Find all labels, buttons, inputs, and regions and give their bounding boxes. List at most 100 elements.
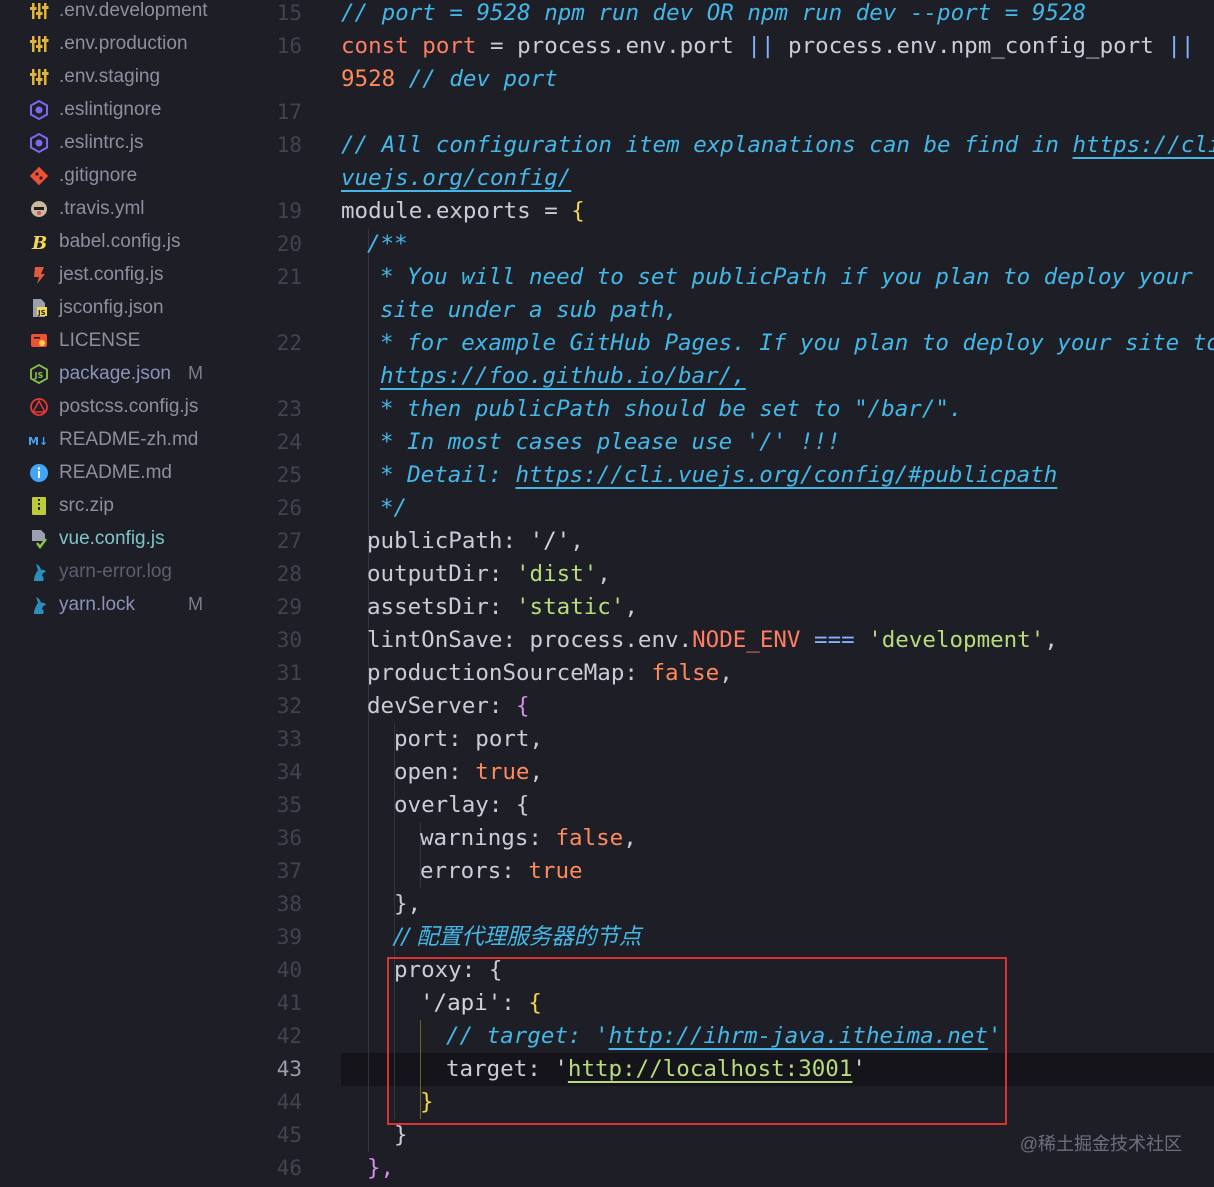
code-line-23: * then publicPath should be set to "/bar… — [380, 393, 962, 426]
proxy-highlight-box — [387, 957, 1007, 1125]
line-number: 37 — [276, 859, 302, 883]
code-line-22: * for example GitHub Pages. If you plan … — [380, 327, 1214, 360]
string-literal: 'dist' — [516, 561, 598, 587]
line-number: 41 — [276, 991, 302, 1015]
file-item[interactable]: .eslintrc.js — [28, 126, 238, 159]
boolean-literal: true — [528, 858, 583, 884]
code-text: process.env.npm_config_port — [774, 33, 1168, 59]
git-modified-badge: M — [188, 594, 203, 614]
comment-text: * In most cases please use '/' !!! — [380, 429, 841, 455]
yarn-icon — [28, 594, 50, 616]
env-settings-icon — [28, 33, 50, 55]
property-key: lintOnSave: process.env. — [367, 627, 693, 653]
file-name: README.md — [59, 461, 172, 483]
comment-link[interactable]: https://cli.vuejs.org/config/#publicpath — [515, 462, 1057, 488]
code-text: = process.env.port — [476, 33, 748, 59]
comment-text: * Detail: — [380, 462, 516, 488]
boolean-literal: true — [475, 759, 530, 785]
line-number: 20 — [276, 232, 302, 256]
line-number: 46 — [276, 1156, 302, 1180]
code-line-27: publicPath: '/', — [367, 528, 584, 554]
file-name: vue.config.js — [59, 527, 165, 549]
file-name: .eslintrc.js — [59, 131, 144, 153]
file-name: src.zip — [59, 494, 114, 516]
code-line-21: * You will need to set publicPath if you… — [380, 261, 1193, 294]
info-icon — [28, 462, 50, 484]
comment-link[interactable]: https://foo.github.io/bar/, — [380, 363, 746, 389]
code-line-33: port: port, — [394, 723, 543, 756]
file-name: yarn.lock — [59, 593, 136, 615]
file-item[interactable]: JS package.json M — [28, 357, 238, 390]
git-modified-badge: M — [188, 363, 203, 383]
property-key: outputDir: — [367, 561, 517, 587]
comment-text: * then publicPath should be set to "/bar… — [380, 396, 963, 422]
line-number: 24 — [276, 430, 302, 454]
line-number: 44 — [276, 1090, 302, 1114]
comment-link[interactable]: vuejs.org/config/ — [341, 165, 571, 191]
code-line-38: }, — [394, 888, 421, 921]
code-line-21-wrap: site under a sub path, — [380, 294, 678, 327]
brace: { — [515, 792, 530, 818]
file-item[interactable]: Bbabel.config.js — [28, 225, 238, 258]
code-line-25: * Detail: https://cli.vuejs.org/config/#… — [380, 459, 1057, 492]
file-item[interactable]: .gitignore — [28, 159, 238, 192]
file-item[interactable]: M↓ README-zh.md — [28, 423, 238, 456]
code-line-29: assetsDir: 'static', — [367, 594, 638, 620]
file-item[interactable]: .travis.yml — [28, 192, 238, 225]
env-variable: NODE_ENV — [692, 627, 801, 653]
yarn-icon — [28, 561, 50, 583]
line-number: 42 — [276, 1024, 302, 1048]
code-line-35: overlay: { — [394, 789, 529, 822]
file-name: postcss.config.js — [59, 395, 199, 417]
license-icon — [28, 330, 50, 352]
file-item[interactable]: jest.config.js — [28, 258, 238, 291]
file-name: babel.config.js — [59, 230, 181, 252]
brace: } — [394, 1122, 408, 1148]
operator: || — [747, 33, 775, 59]
property-key: overlay: — [394, 792, 516, 818]
line-number: 45 — [276, 1123, 302, 1147]
code-line-22-wrap: https://foo.github.io/bar/, — [380, 360, 746, 393]
file-name: .env.staging — [59, 65, 161, 87]
file-item[interactable]: vue.config.js — [28, 522, 238, 555]
line-number: 35 — [276, 793, 302, 817]
env-settings-icon — [28, 66, 50, 88]
file-item[interactable]: postcss.config.js — [28, 390, 238, 423]
code-line-31: productionSourceMap: false, — [367, 660, 733, 686]
file-name: .travis.yml — [59, 197, 145, 219]
file-item[interactable]: .env.staging — [28, 60, 238, 93]
code-line-16: const port = process.env.port || process… — [341, 30, 1194, 63]
line-number: 34 — [276, 760, 302, 784]
comment-link[interactable]: https://cli. — [1073, 132, 1214, 158]
line-number: 25 — [276, 463, 302, 487]
file-item[interactable]: yarn.lock M — [28, 588, 238, 621]
code-line-32: devServer: { — [367, 690, 530, 723]
watermark: @稀土掘金技术社区 — [1019, 1134, 1182, 1154]
code-line-26: */ — [380, 492, 407, 525]
file-item[interactable]: yarn-error.log — [28, 555, 238, 588]
svg-text:JS: JS — [34, 371, 44, 380]
file-item[interactable]: README.md — [28, 456, 238, 489]
file-item[interactable]: LICENSE — [28, 324, 238, 357]
file-item[interactable]: .env.production — [28, 27, 238, 60]
file-item[interactable]: JS jsconfig.json — [28, 291, 238, 324]
file-item[interactable]: .env.development — [28, 0, 238, 27]
code-line-30: lintOnSave: process.env.NODE_ENV === 'de… — [367, 627, 1058, 653]
file-item[interactable]: .eslintignore — [28, 93, 238, 126]
file-item[interactable]: src.zip — [28, 489, 238, 522]
code-line-18: // All configuration item explanations c… — [341, 129, 1214, 162]
comment-text: // dev port — [395, 66, 558, 92]
jest-icon — [28, 264, 50, 286]
brace: { — [571, 198, 585, 224]
line-number: 32 — [276, 694, 302, 718]
line-number: 40 — [276, 958, 302, 982]
code-line-15: // port = 9528 npm run dev OR npm run de… — [341, 0, 1086, 30]
line-number: 30 — [276, 628, 302, 652]
keyword-const: const — [341, 33, 409, 59]
brace: { — [516, 693, 530, 719]
line-number: 39 — [276, 925, 302, 949]
code-line-34: open: true, — [394, 759, 544, 785]
env-settings-icon — [28, 0, 50, 22]
comment-text: */ — [380, 495, 408, 521]
file-name: .gitignore — [59, 164, 138, 186]
